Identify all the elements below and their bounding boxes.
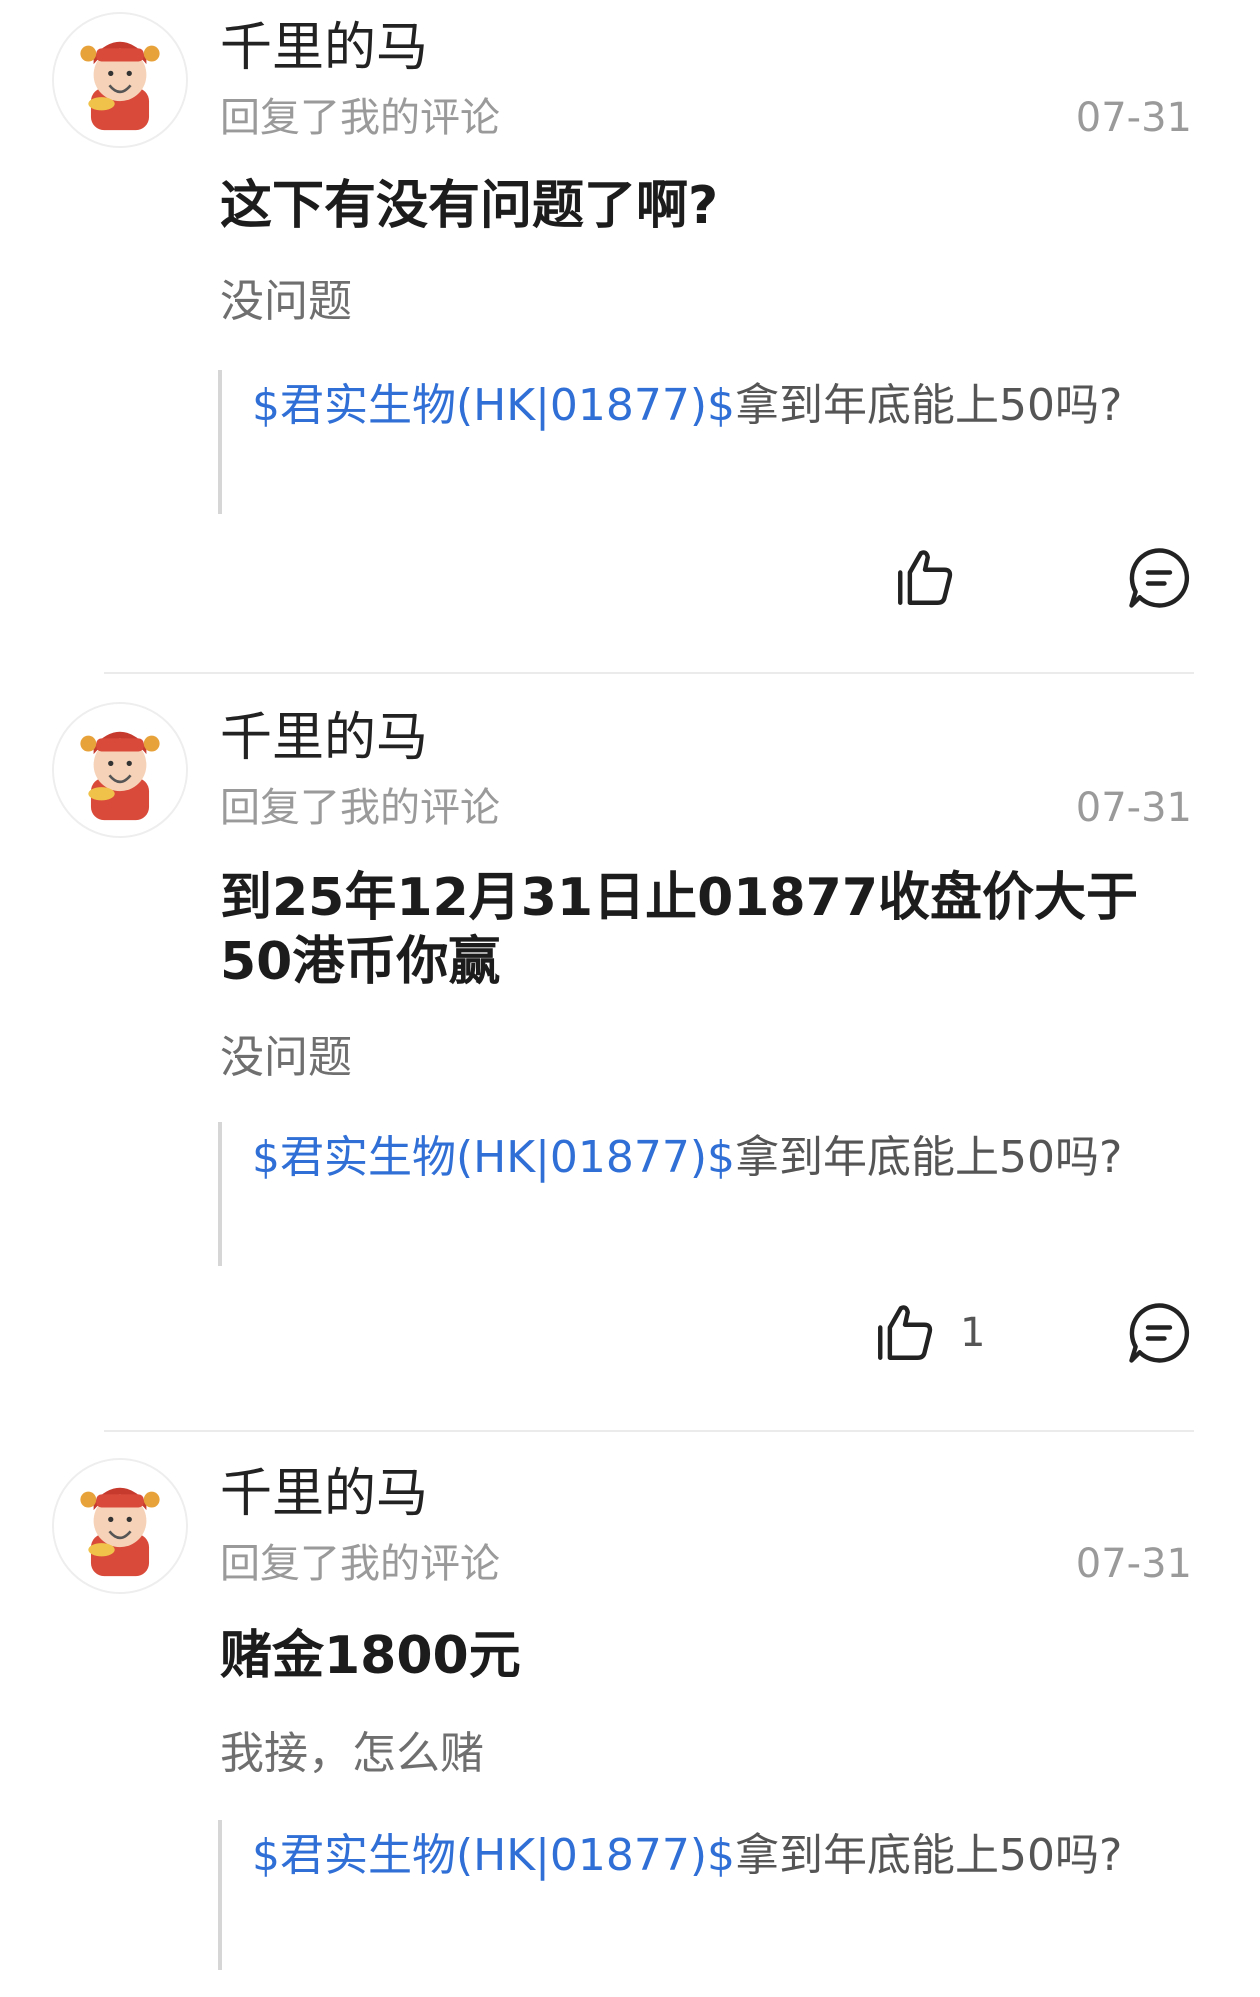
reply-notice: 回复了我的评论 xyxy=(220,785,500,831)
quoted-text: 拿到年底能上50吗? xyxy=(735,1132,1123,1183)
god-of-wealth-avatar-icon xyxy=(54,1460,186,1592)
username[interactable]: 千里的马 xyxy=(220,1462,428,1526)
stock-link[interactable]: $君实生物(HK|01877)$ xyxy=(252,1132,735,1183)
timestamp: 07-31 xyxy=(1075,785,1192,831)
god-of-wealth-avatar-icon xyxy=(54,14,186,146)
like-button[interactable] xyxy=(892,545,980,611)
thumbs-up-icon xyxy=(898,550,953,605)
avatar[interactable] xyxy=(52,702,188,838)
avatar[interactable] xyxy=(52,1458,188,1594)
action-bar xyxy=(0,545,1260,625)
stock-link[interactable]: $君实生物(HK|01877)$ xyxy=(252,380,735,431)
like-button[interactable]: 1 xyxy=(872,1300,985,1366)
reply-button[interactable] xyxy=(1126,1300,1192,1366)
comment-text: 赌金1800元 xyxy=(220,1626,521,1686)
avatar[interactable] xyxy=(52,12,188,148)
quoted-post[interactable]: $君实生物(HK|01877)$拿到年底能上50吗? xyxy=(218,1820,1138,1970)
username[interactable]: 千里的马 xyxy=(220,16,428,80)
comment-bubble-icon xyxy=(1129,1303,1190,1363)
my-reply-text: 没问题 xyxy=(220,276,352,327)
timestamp: 07-31 xyxy=(1075,1541,1192,1587)
quoted-text: 拿到年底能上50吗? xyxy=(735,380,1123,431)
reply-notice: 回复了我的评论 xyxy=(220,1541,500,1587)
god-of-wealth-avatar-icon xyxy=(54,704,186,836)
divider xyxy=(104,1430,1194,1432)
quoted-text: 拿到年底能上50吗? xyxy=(735,1830,1123,1881)
comment-text: 到25年12月31日止01877收盘价大于50港币你赢 xyxy=(220,868,1138,992)
quoted-post[interactable]: $君实生物(HK|01877)$拿到年底能上50吗? xyxy=(218,370,1138,514)
comment-text: 这下有没有问题了啊? xyxy=(220,176,719,236)
action-bar: 1 xyxy=(0,1300,1260,1380)
username[interactable]: 千里的马 xyxy=(220,706,428,770)
notification-feed: 千里的马 回复了我的评论 07-31 这下有没有问题了啊? 没问题 $君实生物(… xyxy=(0,0,1260,1997)
my-reply-text: 没问题 xyxy=(220,1032,352,1083)
like-count: 1 xyxy=(960,1310,986,1356)
list-item[interactable]: 千里的马 回复了我的评论 07-31 这下有没有问题了啊? 没问题 $君实生物(… xyxy=(0,0,1260,540)
reply-button[interactable] xyxy=(1126,545,1192,611)
my-reply-text: 我接，怎么赌 xyxy=(220,1728,484,1779)
list-item[interactable]: 千里的马 回复了我的评论 07-31 到25年12月31日止01877收盘价大于… xyxy=(0,690,1260,1280)
quoted-post[interactable]: $君实生物(HK|01877)$拿到年底能上50吗? xyxy=(218,1122,1138,1266)
list-item[interactable]: 千里的马 回复了我的评论 07-31 赌金1800元 我接，怎么赌 $君实生物(… xyxy=(0,1446,1260,1997)
comment-bubble-icon xyxy=(1129,548,1190,608)
reply-notice: 回复了我的评论 xyxy=(220,95,500,141)
divider xyxy=(104,672,1194,674)
stock-link[interactable]: $君实生物(HK|01877)$ xyxy=(252,1830,735,1881)
thumbs-up-icon xyxy=(878,1305,933,1360)
timestamp: 07-31 xyxy=(1075,95,1192,141)
